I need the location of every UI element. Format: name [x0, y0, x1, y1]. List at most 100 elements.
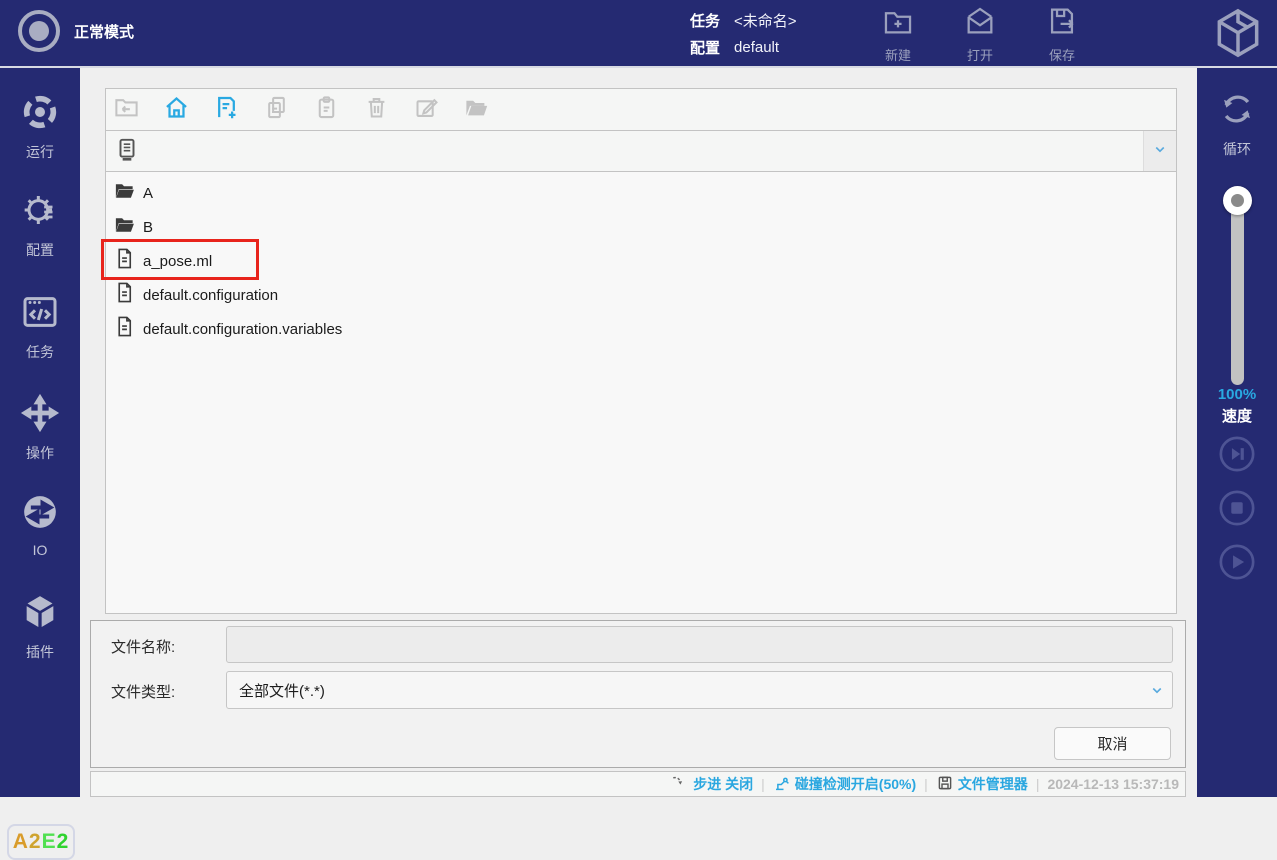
collision-detection-label: 碰撞检测开启(50%): [795, 774, 916, 794]
computer-icon: [114, 136, 140, 167]
status-separator: |: [924, 776, 928, 792]
sidebar-item-config-label: 配置: [26, 240, 54, 260]
mode-label: 正常模式: [74, 21, 134, 42]
speed-slider-thumb[interactable]: [1223, 186, 1252, 215]
save-task-button[interactable]: 保存: [1044, 4, 1080, 64]
folder-up-icon: [113, 94, 140, 126]
list-item-default-configuration-variables[interactable]: default.configuration.variables: [106, 312, 1176, 346]
home-button[interactable]: [162, 96, 190, 124]
delete-button[interactable]: [362, 96, 390, 124]
sidebar-item-plugin-label: 插件: [26, 642, 54, 662]
list-item-default-configuration[interactable]: default.configuration: [106, 278, 1176, 312]
file-name: default.configuration.variables: [143, 321, 342, 338]
loop-mode-button[interactable]: 循环: [1197, 88, 1277, 159]
chevron-down-icon: [1151, 140, 1169, 163]
task-icon: [20, 292, 60, 337]
file-icon: [113, 247, 136, 275]
config-value: default: [734, 39, 779, 56]
location-dropdown-toggle[interactable]: [1143, 131, 1176, 171]
status-separator: |: [761, 776, 765, 792]
paste-button[interactable]: [312, 96, 340, 124]
speed-slider-track[interactable]: [1231, 193, 1244, 385]
new-file-button[interactable]: [212, 96, 240, 124]
run-icon: [20, 92, 60, 137]
sidebar-item-config[interactable]: 配置: [0, 190, 80, 260]
list-item-folder-b[interactable]: B: [106, 210, 1176, 244]
file-name: A: [143, 185, 153, 202]
badge-char: 2: [29, 830, 42, 854]
open-task-icon: [963, 4, 997, 43]
speed-percent: 100%: [1197, 386, 1277, 403]
status-separator: |: [1036, 776, 1040, 792]
io-icon: [20, 492, 60, 537]
new-file-icon: [213, 94, 240, 126]
sidebar-item-task-label: 任务: [26, 342, 54, 362]
folder-icon: [113, 179, 136, 207]
list-item-folder-a[interactable]: A: [106, 176, 1176, 210]
speed-label: 速度: [1197, 405, 1277, 426]
file-type-label: 文件类型:: [111, 681, 175, 702]
paste-icon: [313, 94, 340, 126]
file-type-select[interactable]: 全部文件(*.*): [226, 671, 1173, 709]
open-folder-icon: [463, 94, 490, 126]
status-timestamp: 2024-12-13 15:37:19: [1047, 776, 1179, 792]
file-dialog-form: 文件名称: 文件类型: 全部文件(*.*) 取消: [90, 620, 1186, 768]
file-name: B: [143, 219, 153, 236]
file-toolbar: [105, 88, 1177, 131]
folder-up-button[interactable]: [112, 96, 140, 124]
play-button[interactable]: [1218, 543, 1256, 581]
delete-icon: [363, 94, 390, 126]
file-name-input[interactable]: [226, 626, 1173, 663]
loop-icon: [1216, 88, 1258, 135]
step-mode-label: 步进 关闭: [693, 774, 753, 794]
collision-robot-icon: [773, 774, 791, 795]
config-label: 配置: [690, 37, 720, 58]
app-header: 正常模式 任务 <未命名> 配置 default 新建 打开 保: [0, 0, 1277, 68]
operate-icon: [20, 393, 60, 438]
loop-label: 循环: [1223, 139, 1251, 159]
new-task-button[interactable]: 新建: [880, 4, 916, 64]
cancel-label: 取消: [1097, 733, 1127, 754]
stop-icon: [1218, 514, 1256, 531]
mode-indicator-icon: [18, 10, 60, 52]
open-folder-button[interactable]: [462, 96, 490, 124]
file-name: a_pose.ml: [143, 253, 212, 270]
file-icon: [113, 281, 136, 309]
badge-char: 2: [57, 830, 70, 854]
config-icon: [20, 190, 60, 235]
open-task-button[interactable]: 打开: [962, 4, 998, 64]
file-manager-icon: [936, 774, 954, 795]
copy-icon: [263, 94, 290, 126]
sidebar-item-operate[interactable]: 操作: [0, 393, 80, 463]
stop-button[interactable]: [1218, 489, 1256, 527]
sidebar-item-io[interactable]: IO: [0, 492, 80, 558]
rename-button[interactable]: [412, 96, 440, 124]
sidebar-item-io-label: IO: [33, 542, 48, 558]
sidebar-item-task[interactable]: 任务: [0, 292, 80, 362]
file-manager-status: 文件管理器: [936, 774, 1028, 795]
step-forward-button[interactable]: [1218, 435, 1256, 473]
step-mode-status[interactable]: 步进 关闭: [671, 774, 753, 795]
copy-button[interactable]: [262, 96, 290, 124]
brand-logo-icon: [1210, 5, 1266, 63]
file-icon: [113, 315, 136, 343]
home-icon: [163, 94, 190, 126]
new-task-label: 新建: [885, 45, 911, 64]
new-task-icon: [881, 4, 915, 43]
cancel-button[interactable]: 取消: [1054, 727, 1171, 760]
list-item-a-pose[interactable]: a_pose.ml: [106, 244, 1176, 278]
file-list: A B a_pose.ml default.configuration defa…: [105, 171, 1177, 614]
location-dropdown[interactable]: [105, 130, 1177, 172]
collision-detection-status[interactable]: 碰撞检测开启(50%): [773, 774, 916, 795]
sidebar-item-run[interactable]: 运行: [0, 92, 80, 162]
file-name-label: 文件名称:: [111, 636, 175, 657]
file-type-value: 全部文件(*.*): [239, 680, 325, 701]
file-name: default.configuration: [143, 287, 278, 304]
task-value: <未命名>: [734, 10, 797, 31]
sidebar-item-plugin[interactable]: 插件: [0, 592, 80, 662]
status-bar: 步进 关闭 | 碰撞检测开启(50%) | 文件管理器 | 2024-12-13…: [90, 771, 1186, 797]
badge-char: E: [42, 830, 57, 854]
open-task-label: 打开: [967, 45, 993, 64]
robot-id-badge[interactable]: A2E2: [7, 824, 75, 860]
plugin-icon: [20, 592, 60, 637]
